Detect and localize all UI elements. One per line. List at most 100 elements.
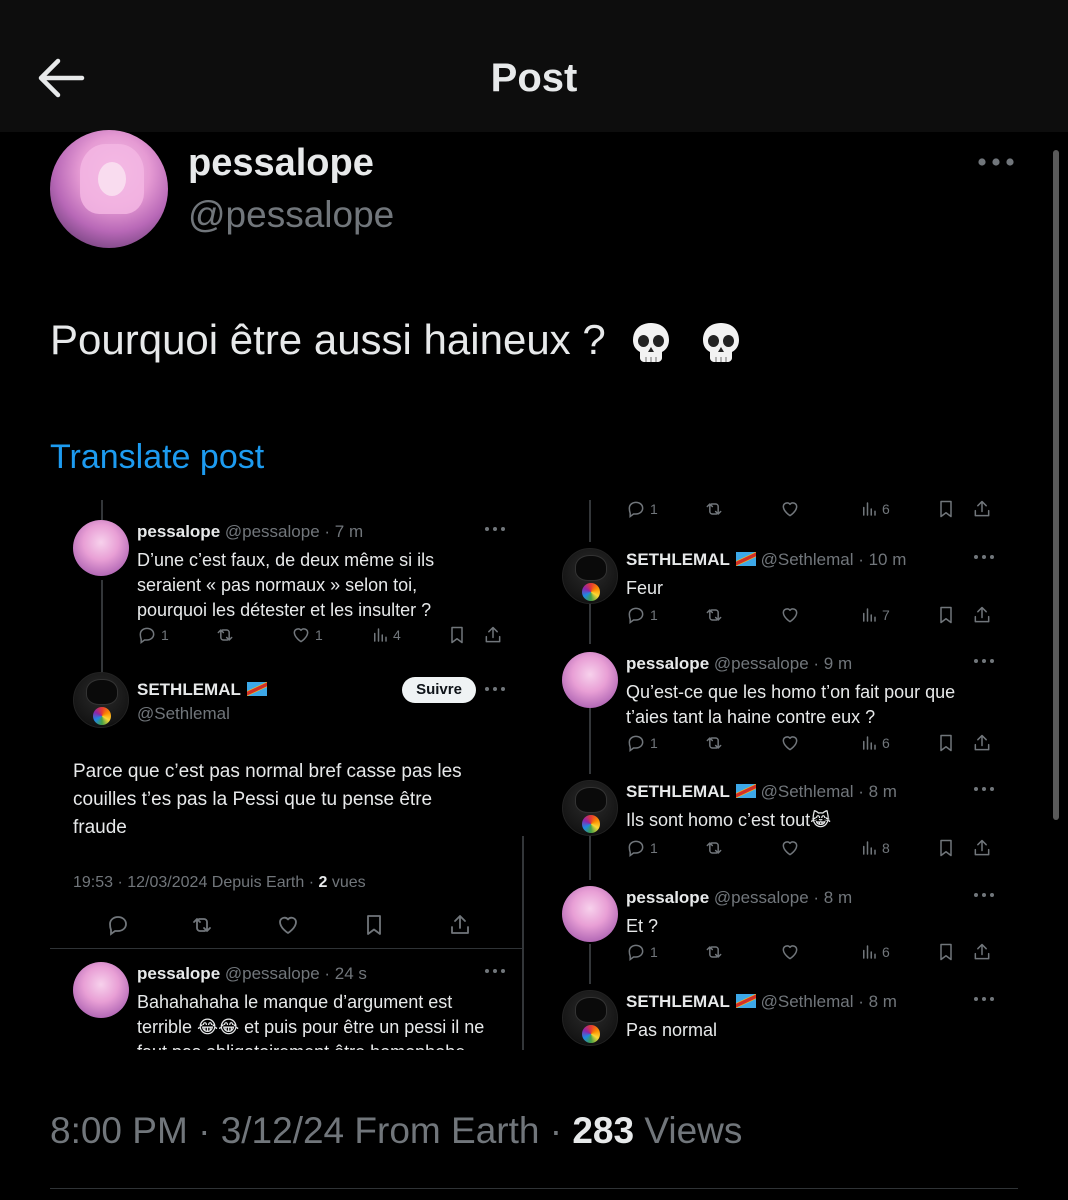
reply-button[interactable]: 1: [626, 500, 658, 520]
bookmark-button[interactable]: [936, 604, 956, 626]
reply-icon: [626, 942, 646, 962]
tweet-author-name[interactable]: SETHLEMAL: [626, 992, 730, 1011]
reply-tweet[interactable]: pessalope @pessalope · 9 m Qu’est-ce que…: [562, 652, 1012, 742]
reply-button[interactable]: 1: [626, 837, 658, 859]
laughing-emoji-icon: 😂😂: [197, 1017, 240, 1037]
more-options-icon[interactable]: [976, 150, 1016, 174]
repost-icon: [704, 838, 724, 858]
tweet-time: 8 m: [868, 992, 897, 1011]
repost-button[interactable]: [190, 914, 214, 936]
avatar[interactable]: [73, 520, 129, 576]
bookmark-button[interactable]: [362, 914, 386, 936]
bookmark-button[interactable]: [936, 732, 956, 754]
reply-button[interactable]: 1: [626, 941, 658, 963]
bookmark-button[interactable]: [936, 837, 956, 859]
detail-tweet-text: Parce que c’est pas normal bref casse pa…: [73, 761, 462, 838]
views-button[interactable]: 6: [860, 941, 890, 963]
more-options-icon[interactable]: [972, 782, 996, 796]
post-text: Pourquoi être aussi haineux ?: [50, 316, 745, 367]
share-button[interactable]: [448, 914, 472, 936]
repost-button[interactable]: [704, 837, 724, 859]
repost-button[interactable]: [704, 732, 724, 754]
repost-button[interactable]: [704, 500, 724, 520]
views-button[interactable]: 6: [860, 500, 890, 520]
more-options-icon[interactable]: [972, 550, 996, 564]
views-icon: [860, 839, 878, 857]
reply-tweet[interactable]: SETHLEMAL @Sethlemal · 8 m Pas normal: [562, 990, 1012, 1050]
author-name[interactable]: pessalope: [188, 142, 374, 185]
share-button[interactable]: [483, 624, 503, 646]
embedded-right-thread: 1 6 SETHLEMAL @Sethlemal · 10 m Feur 1 7…: [560, 500, 1018, 1050]
tweet-text: Bahahahaha le manque d’argument est terr…: [137, 992, 485, 1050]
views-button[interactable]: 7: [860, 604, 890, 626]
tweet-author-name[interactable]: pessalope: [626, 888, 709, 907]
like-button[interactable]: [780, 941, 800, 963]
views-button[interactable]: 4: [371, 624, 401, 646]
reply-button[interactable]: 1: [626, 604, 658, 626]
avatar[interactable]: [562, 886, 618, 942]
like-button[interactable]: [780, 500, 800, 520]
tweet-author-name[interactable]: pessalope: [137, 522, 220, 541]
share-button[interactable]: [972, 500, 992, 520]
bookmark-button[interactable]: [936, 500, 956, 520]
reply-button[interactable]: 1: [137, 624, 169, 646]
like-button[interactable]: [780, 604, 800, 626]
more-options-icon[interactable]: [483, 964, 507, 978]
repost-icon: [215, 625, 235, 645]
like-button[interactable]: [276, 914, 300, 936]
bookmark-icon: [936, 605, 956, 625]
share-button[interactable]: [972, 837, 992, 859]
bookmark-button[interactable]: [936, 941, 956, 963]
like-button[interactable]: [780, 732, 800, 754]
reply-button[interactable]: 1: [626, 732, 658, 754]
avatar[interactable]: [73, 962, 129, 1018]
translate-post-link[interactable]: Translate post: [50, 438, 264, 477]
like-button[interactable]: 1: [291, 624, 323, 646]
tweet-author-name[interactable]: pessalope: [137, 964, 220, 983]
author-handle[interactable]: @pessalope: [188, 194, 394, 236]
more-options-icon[interactable]: [483, 522, 507, 536]
tweet-text: Feur: [626, 578, 664, 598]
detail-tweet-meta: 19:53 · 12/03/2024 Depuis Earth · 2 vues: [73, 874, 366, 891]
reply-tweet[interactable]: pessalope @pessalope · 24 s Bahahahaha l…: [73, 962, 523, 1050]
tweet-text: Ils sont homo c’est tout😹: [626, 810, 832, 830]
heart-icon: [276, 913, 300, 937]
share-icon: [972, 733, 992, 753]
follow-button[interactable]: Suivre: [402, 677, 476, 703]
like-button[interactable]: [780, 837, 800, 859]
reply-icon: [626, 838, 646, 858]
tweet-actions: 1 7: [626, 604, 996, 626]
bookmark-button[interactable]: [447, 624, 467, 646]
tweet-author-name[interactable]: SETHLEMAL: [626, 550, 730, 569]
more-options-icon[interactable]: [972, 992, 996, 1006]
avatar[interactable]: [562, 652, 618, 708]
avatar[interactable]: [562, 548, 618, 604]
views-button[interactable]: 8: [860, 837, 890, 859]
repost-button[interactable]: [215, 624, 235, 646]
share-button[interactable]: [972, 604, 992, 626]
heart-icon: [291, 625, 311, 645]
repost-button[interactable]: [704, 941, 724, 963]
tweet-actions: 1 6: [626, 732, 996, 754]
repost-icon: [704, 500, 724, 519]
repost-button[interactable]: [704, 604, 724, 626]
avatar[interactable]: [562, 990, 618, 1046]
reply-tweet[interactable]: pessalope @pessalope · 7 m D’une c’est f…: [73, 520, 523, 650]
share-button[interactable]: [972, 732, 992, 754]
views-button[interactable]: 6: [860, 732, 890, 754]
views-icon: [860, 734, 878, 752]
avatar[interactable]: [562, 780, 618, 836]
tweet-author-name[interactable]: pessalope: [626, 654, 709, 673]
more-options-icon[interactable]: [972, 888, 996, 902]
more-options-icon[interactable]: [483, 682, 507, 696]
avatar[interactable]: [73, 672, 129, 728]
author-avatar[interactable]: [50, 130, 168, 248]
tweet-author-name[interactable]: SETHLEMAL: [626, 782, 730, 801]
reply-icon: [626, 733, 646, 753]
more-options-icon[interactable]: [972, 654, 996, 668]
post-date: 3/12/24: [220, 1110, 345, 1151]
reply-button[interactable]: [106, 914, 130, 936]
share-button[interactable]: [972, 941, 992, 963]
scrollbar[interactable]: [1053, 150, 1059, 820]
tweet-author-name[interactable]: SETHLEMAL: [137, 680, 241, 699]
